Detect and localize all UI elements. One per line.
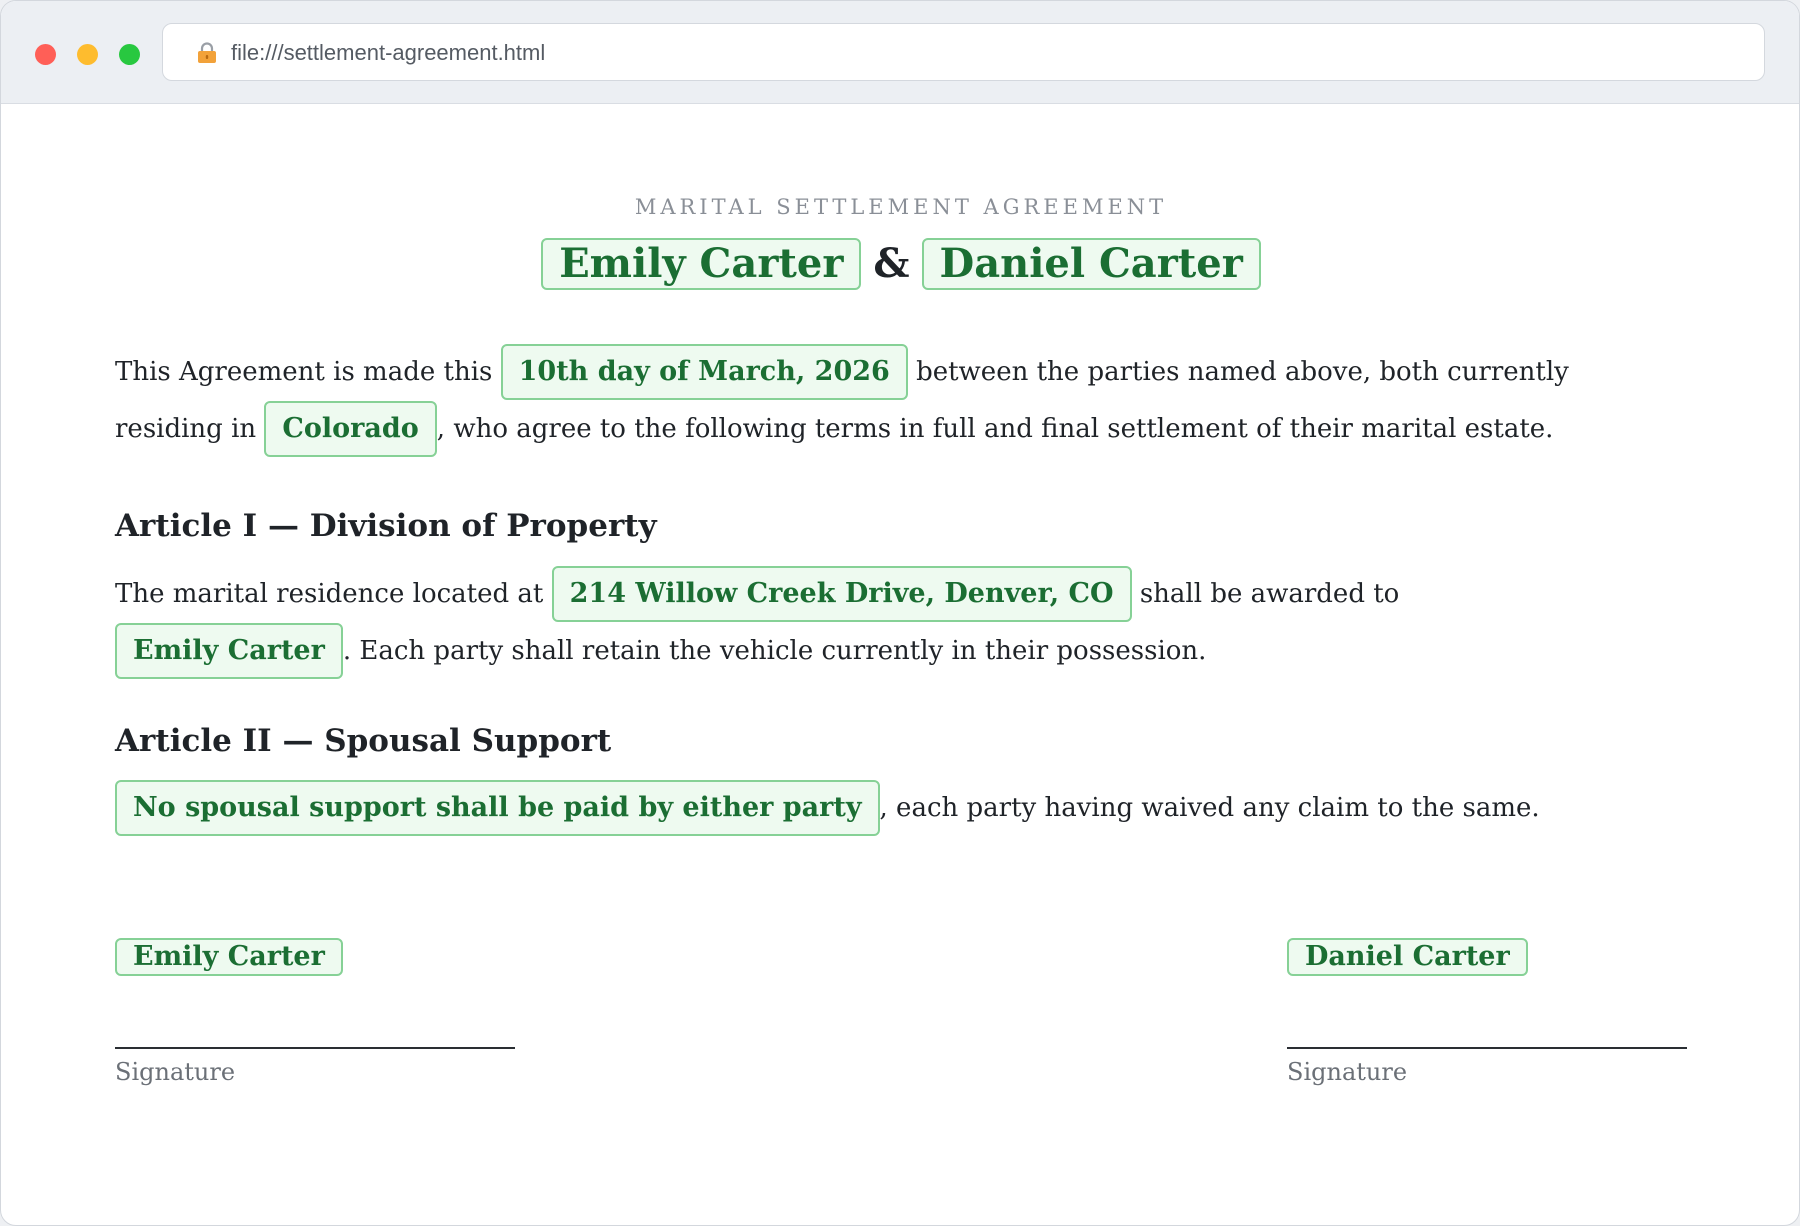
- signature-label: Signature: [115, 1058, 236, 1086]
- intro-paragraph: This Agreement is made this 10th day of …: [115, 344, 1635, 458]
- close-window-button[interactable]: [35, 44, 56, 65]
- signer-name-chip[interactable]: Emily Carter: [115, 938, 343, 976]
- maximize-window-button[interactable]: [119, 44, 140, 65]
- signature-line[interactable]: [1287, 1047, 1687, 1049]
- ampersand: &: [873, 240, 910, 287]
- minimize-window-button[interactable]: [77, 44, 98, 65]
- intro-text: , who agree to the following terms in fu…: [436, 414, 1554, 444]
- article-2-paragraph: No spousal support shall be paid by eith…: [115, 780, 1635, 837]
- residence-address-chip[interactable]: 214 Willow Creek Drive, Denver, CO: [551, 566, 1132, 622]
- awardee-chip[interactable]: Emily Carter: [115, 623, 343, 679]
- article-1-paragraph: The marital residence located at 214 Wil…: [115, 566, 1635, 680]
- article-1-text: shall be awarded to: [1139, 579, 1400, 609]
- signer-name-chip[interactable]: Daniel Carter: [1287, 938, 1528, 976]
- browser-chrome: file:///settlement-agreement.html: [1, 1, 1799, 104]
- intro-text: This Agreement is made this: [115, 357, 493, 387]
- document-kicker: MARITAL SETTLEMENT AGREEMENT: [634, 195, 1168, 219]
- url-text: file:///settlement-agreement.html: [231, 40, 546, 65]
- document-title: Emily Carter & Daniel Carter: [115, 237, 1687, 291]
- signature-block-party-one: Emily Carter Signature: [115, 938, 515, 1086]
- party-two-chip[interactable]: Daniel Carter: [921, 238, 1261, 290]
- article-1-heading: Article I — Division of Property: [115, 508, 657, 544]
- address-bar[interactable]: file:///settlement-agreement.html: [162, 23, 1765, 81]
- spousal-support-chip[interactable]: No spousal support shall be paid by eith…: [115, 780, 880, 836]
- article-1-text: The marital residence located at: [115, 579, 544, 609]
- article-1-text: . Each party shall retain the vehicle cu…: [342, 636, 1207, 666]
- signature-line[interactable]: [115, 1047, 515, 1049]
- signature-block-party-two: Daniel Carter Signature: [1287, 938, 1687, 1086]
- signature-label: Signature: [1287, 1058, 1408, 1086]
- agreement-date-chip[interactable]: 10th day of March, 2026: [500, 344, 908, 400]
- residence-state-chip[interactable]: Colorado: [264, 401, 437, 457]
- article-2-text: , each party having waived any claim to …: [879, 793, 1540, 823]
- lock-icon: [197, 42, 217, 64]
- party-one-chip[interactable]: Emily Carter: [541, 238, 862, 290]
- article-2-heading: Article II — Spousal Support: [115, 723, 612, 759]
- browser-window: file:///settlement-agreement.html MARITA…: [0, 0, 1800, 1226]
